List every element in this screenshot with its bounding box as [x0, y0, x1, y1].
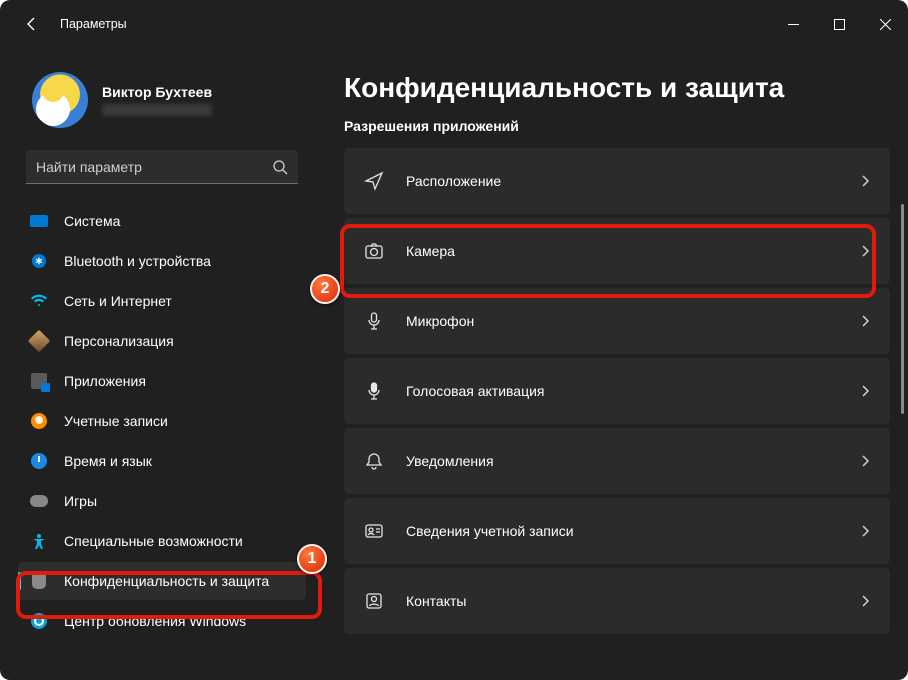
- sidebar-item-accessibility[interactable]: Специальные возможности: [18, 522, 306, 560]
- profile-name: Виктор Бухтеев: [102, 84, 212, 100]
- window-controls: [770, 8, 908, 40]
- card-camera[interactable]: Камера: [344, 218, 890, 284]
- chevron-right-icon: [858, 524, 872, 538]
- voice-icon: [364, 381, 384, 401]
- profile-text: Виктор Бухтеев: [102, 84, 212, 116]
- shield-icon: [30, 572, 48, 590]
- sidebar-item-label: Система: [64, 213, 120, 229]
- sidebar-item-label: Сеть и Интернет: [64, 293, 172, 309]
- card-label: Камера: [406, 243, 455, 259]
- sidebar-item-windows-update[interactable]: Центр обновления Windows: [18, 602, 306, 640]
- sidebar-item-gaming[interactable]: Игры: [18, 482, 306, 520]
- window-title: Параметры: [60, 17, 127, 31]
- sidebar-item-label: Персонализация: [64, 333, 174, 349]
- id-card-icon: [364, 521, 384, 541]
- wifi-icon: [30, 292, 48, 310]
- card-label: Голосовая активация: [406, 383, 545, 399]
- microphone-icon: [364, 311, 384, 331]
- card-label: Сведения учетной записи: [406, 523, 574, 539]
- minimize-button[interactable]: [770, 8, 816, 40]
- card-voice-activation[interactable]: Голосовая активация: [344, 358, 890, 424]
- update-icon: [30, 612, 48, 630]
- chevron-right-icon: [858, 314, 872, 328]
- sidebar-item-label: Bluetooth и устройства: [64, 253, 211, 269]
- bluetooth-icon: ∗: [30, 252, 48, 270]
- sidebar-item-system[interactable]: Система: [18, 202, 306, 240]
- back-button[interactable]: [12, 4, 52, 44]
- apps-icon: [30, 372, 48, 390]
- card-location[interactable]: Расположение: [344, 148, 890, 214]
- search-input[interactable]: Найти параметр: [26, 150, 298, 184]
- search-placeholder: Найти параметр: [36, 159, 142, 175]
- chevron-right-icon: [858, 174, 872, 188]
- avatar: [32, 72, 88, 128]
- card-account-info[interactable]: Сведения учетной записи: [344, 498, 890, 564]
- sidebar: Виктор Бухтеев Найти параметр Система ∗ …: [0, 48, 320, 680]
- main-content: Конфиденциальность и защита Разрешения п…: [320, 48, 908, 680]
- card-notifications[interactable]: Уведомления: [344, 428, 890, 494]
- chevron-right-icon: [858, 384, 872, 398]
- clock-icon: [30, 452, 48, 470]
- sidebar-item-label: Конфиденциальность и защита: [64, 573, 269, 589]
- contacts-icon: [364, 591, 384, 611]
- search-icon: [272, 159, 288, 175]
- profile-email-blurred: [102, 104, 212, 116]
- sidebar-item-bluetooth[interactable]: ∗ Bluetooth и устройства: [18, 242, 306, 280]
- permission-cards: Расположение Камера Микрофон Голосовая а…: [344, 148, 890, 634]
- card-label: Контакты: [406, 593, 466, 609]
- card-label: Уведомления: [406, 453, 494, 469]
- sidebar-item-label: Центр обновления Windows: [64, 613, 246, 629]
- monitor-icon: [30, 212, 48, 230]
- accessibility-icon: [30, 532, 48, 550]
- titlebar: Параметры: [0, 0, 908, 48]
- camera-icon: [364, 241, 384, 261]
- card-label: Микрофон: [406, 313, 474, 329]
- gamepad-icon: [30, 492, 48, 510]
- sidebar-item-label: Приложения: [64, 373, 146, 389]
- person-icon: [30, 412, 48, 430]
- close-button[interactable]: [862, 8, 908, 40]
- card-microphone[interactable]: Микрофон: [344, 288, 890, 354]
- sidebar-item-label: Специальные возможности: [64, 533, 243, 549]
- profile-block[interactable]: Виктор Бухтеев: [12, 48, 312, 146]
- sidebar-item-accounts[interactable]: Учетные записи: [18, 402, 306, 440]
- location-icon: [364, 171, 384, 191]
- brush-icon: [30, 332, 48, 350]
- nav-list: Система ∗ Bluetooth и устройства Сеть и …: [12, 202, 312, 640]
- sidebar-item-apps[interactable]: Приложения: [18, 362, 306, 400]
- chevron-right-icon: [858, 244, 872, 258]
- sidebar-item-time-language[interactable]: Время и язык: [18, 442, 306, 480]
- card-contacts[interactable]: Контакты: [344, 568, 890, 634]
- chevron-right-icon: [858, 454, 872, 468]
- chevron-right-icon: [858, 594, 872, 608]
- scrollbar[interactable]: [901, 204, 904, 414]
- card-label: Расположение: [406, 173, 501, 189]
- page-title: Конфиденциальность и защита: [344, 72, 890, 104]
- bell-icon: [364, 451, 384, 471]
- sidebar-item-network[interactable]: Сеть и Интернет: [18, 282, 306, 320]
- sidebar-item-privacy[interactable]: Конфиденциальность и защита: [18, 562, 306, 600]
- section-title: Разрешения приложений: [344, 118, 890, 134]
- sidebar-item-label: Игры: [64, 493, 97, 509]
- sidebar-item-label: Время и язык: [64, 453, 152, 469]
- sidebar-item-personalization[interactable]: Персонализация: [18, 322, 306, 360]
- maximize-button[interactable]: [816, 8, 862, 40]
- sidebar-item-label: Учетные записи: [64, 413, 168, 429]
- settings-window: Параметры Виктор Бухтеев Найти параметр: [0, 0, 908, 680]
